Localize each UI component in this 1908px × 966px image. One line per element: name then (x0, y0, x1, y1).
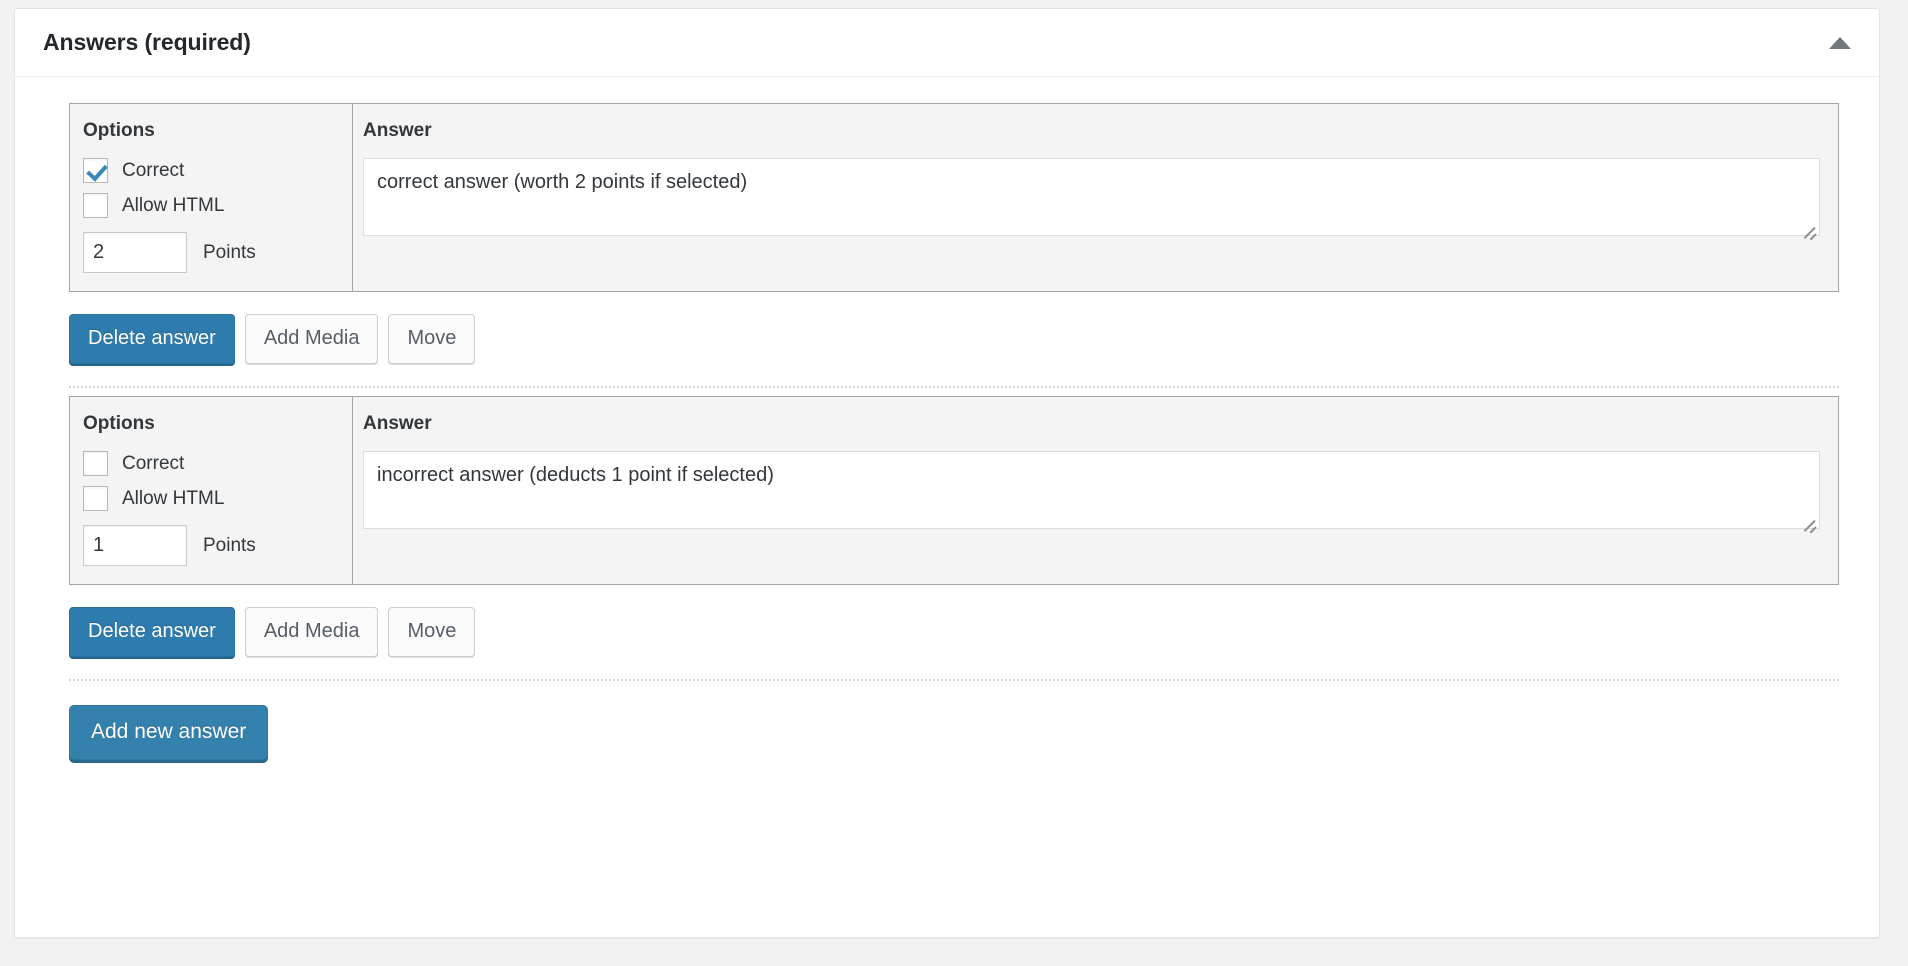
add-media-button[interactable]: Add Media (244, 607, 379, 657)
add-new-answer-row: Add new answer (69, 681, 1839, 760)
answer-textarea-wrapper (363, 158, 1820, 241)
answer-textarea-wrapper (363, 451, 1820, 534)
page-title: Answers (required) (43, 29, 251, 55)
delete-answer-button[interactable]: Delete answer (69, 314, 235, 364)
options-column: Options Correct Allow HTML Points (70, 104, 353, 291)
points-label: Points (203, 534, 256, 556)
answer-heading: Answer (363, 120, 432, 141)
add-new-answer-button[interactable]: Add new answer (69, 705, 269, 760)
correct-option-row: Correct (83, 158, 352, 183)
options-heading: Options (83, 413, 155, 434)
allow-html-checkbox-label[interactable]: Allow HTML (122, 488, 224, 510)
answer-table: Options Correct Allow HTML Points (69, 103, 1839, 292)
answer-actions: Delete answer Add Media Move (69, 292, 1839, 388)
answer-column: Answer (353, 104, 1838, 291)
delete-answer-button[interactable]: Delete answer (69, 607, 235, 657)
panel-header: Answers (required) (15, 9, 1879, 77)
move-button[interactable]: Move (388, 607, 476, 657)
allow-html-option-row: Allow HTML (83, 486, 352, 511)
panel-body: Options Correct Allow HTML Points (15, 77, 1879, 760)
points-row: Points (83, 525, 352, 566)
answer-block: Options Correct Allow HTML Points (69, 396, 1839, 681)
correct-checkbox[interactable] (83, 451, 108, 476)
correct-checkbox[interactable] (83, 158, 108, 183)
correct-checkbox-label[interactable]: Correct (122, 453, 184, 475)
points-row: Points (83, 232, 352, 273)
triangle-up-icon[interactable] (1829, 36, 1851, 49)
correct-checkbox-label[interactable]: Correct (122, 160, 184, 182)
answer-column: Answer (353, 397, 1838, 584)
answer-block: Options Correct Allow HTML Points (69, 103, 1839, 388)
options-column: Options Correct Allow HTML Points (70, 397, 353, 584)
answer-actions: Delete answer Add Media Move (69, 585, 1839, 681)
allow-html-checkbox[interactable] (83, 193, 108, 218)
options-heading: Options (83, 120, 155, 141)
move-button[interactable]: Move (388, 314, 476, 364)
answer-heading: Answer (363, 413, 432, 434)
points-input[interactable] (83, 232, 187, 273)
answers-panel: Answers (required) Options Correct Allow… (14, 8, 1880, 938)
points-input[interactable] (83, 525, 187, 566)
answer-text-input[interactable] (363, 158, 1820, 236)
allow-html-checkbox-label[interactable]: Allow HTML (122, 195, 224, 217)
allow-html-checkbox[interactable] (83, 486, 108, 511)
points-label: Points (203, 241, 256, 263)
correct-option-row: Correct (83, 451, 352, 476)
answer-table: Options Correct Allow HTML Points (69, 396, 1839, 585)
add-media-button[interactable]: Add Media (244, 314, 379, 364)
allow-html-option-row: Allow HTML (83, 193, 352, 218)
answer-text-input[interactable] (363, 451, 1820, 529)
